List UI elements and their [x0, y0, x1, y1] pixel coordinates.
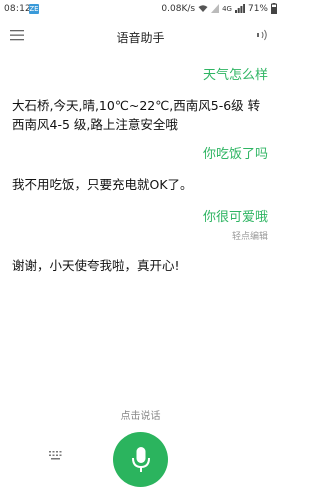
edit-hint[interactable]: 轻点编辑 [232, 229, 268, 242]
network-type: 4G [222, 4, 232, 13]
bot-message: 谢谢，小天使夸我啦，真开心! [12, 258, 180, 273]
user-message[interactable]: 你很可爱哦 [203, 206, 268, 225]
battery-icon [271, 3, 277, 14]
microphone-icon [131, 446, 150, 472]
signal-icon [211, 4, 220, 13]
battery-percent: 71% [247, 3, 268, 14]
status-indicators: 0.08K/s 4G 71% [161, 3, 277, 14]
signal-strength-icon [234, 4, 245, 13]
speaker-icon[interactable] [254, 28, 270, 42]
net-speed: 0.08K/s [161, 3, 196, 14]
tap-to-speak-label: 点击说话 [120, 411, 161, 422]
app-header: 语音助手 [0, 22, 281, 52]
user-message: 天气怎么样 [202, 68, 268, 83]
bot-message: 大石桥,今天,晴,10℃~22℃,西南风5-6级 转 西南风4-5 级,路上注意… [12, 98, 261, 132]
keyboard-icon[interactable] [48, 449, 64, 461]
user-message: 你吃饭了吗 [202, 147, 268, 162]
status-bar: 08:12 ZE 0.08K/s 4G 71% [0, 0, 281, 20]
status-time: 08:12 [4, 4, 31, 14]
wifi-icon [198, 5, 208, 12]
mic-button[interactable] [113, 432, 168, 487]
bot-message: 我不用吃饭，只要充电就OK了。 [12, 177, 193, 192]
page-title: 语音助手 [116, 31, 165, 45]
notification-icon: ZE [29, 4, 39, 14]
